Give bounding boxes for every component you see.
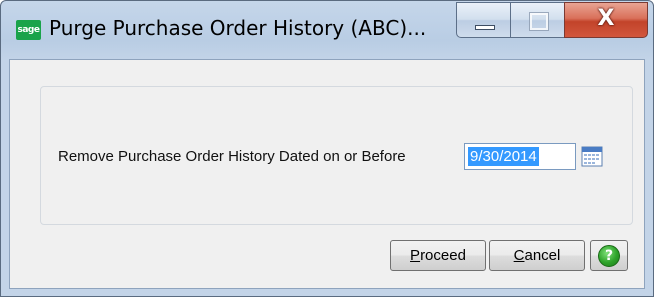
window-title: Purge Purchase Order History (ABC)... (49, 16, 427, 40)
close-icon: X (597, 6, 615, 31)
close-button[interactable]: X (564, 2, 648, 38)
purge-date-input[interactable]: 9/30/2014 (464, 143, 576, 170)
cancel-label: ancel (524, 247, 561, 264)
calendar-icon (581, 146, 603, 167)
dialog-window: sage Purge Purchase Order History (ABC).… (0, 0, 654, 297)
sage-logo-icon: sage (16, 20, 41, 40)
minimize-button[interactable] (456, 2, 511, 38)
maximize-button[interactable] (510, 2, 565, 38)
purge-date-value: 9/30/2014 (468, 147, 539, 166)
maximize-icon (529, 12, 549, 31)
calendar-button[interactable] (581, 145, 603, 167)
help-icon: ? (598, 245, 620, 267)
cancel-accelerator: C (513, 247, 525, 264)
purge-date-label: Remove Purchase Order History Dated on o… (58, 148, 406, 165)
minimize-icon (475, 25, 495, 30)
title-bar[interactable]: sage Purge Purchase Order History (ABC).… (1, 1, 653, 59)
proceed-accelerator: P (410, 247, 421, 264)
help-button[interactable]: ? (590, 240, 628, 271)
proceed-button[interactable]: Proceed (390, 240, 486, 271)
cancel-button[interactable]: Cancel (489, 240, 585, 271)
dialog-body: Remove Purchase Order History Dated on o… (9, 59, 645, 289)
proceed-label: roceed (420, 247, 466, 264)
